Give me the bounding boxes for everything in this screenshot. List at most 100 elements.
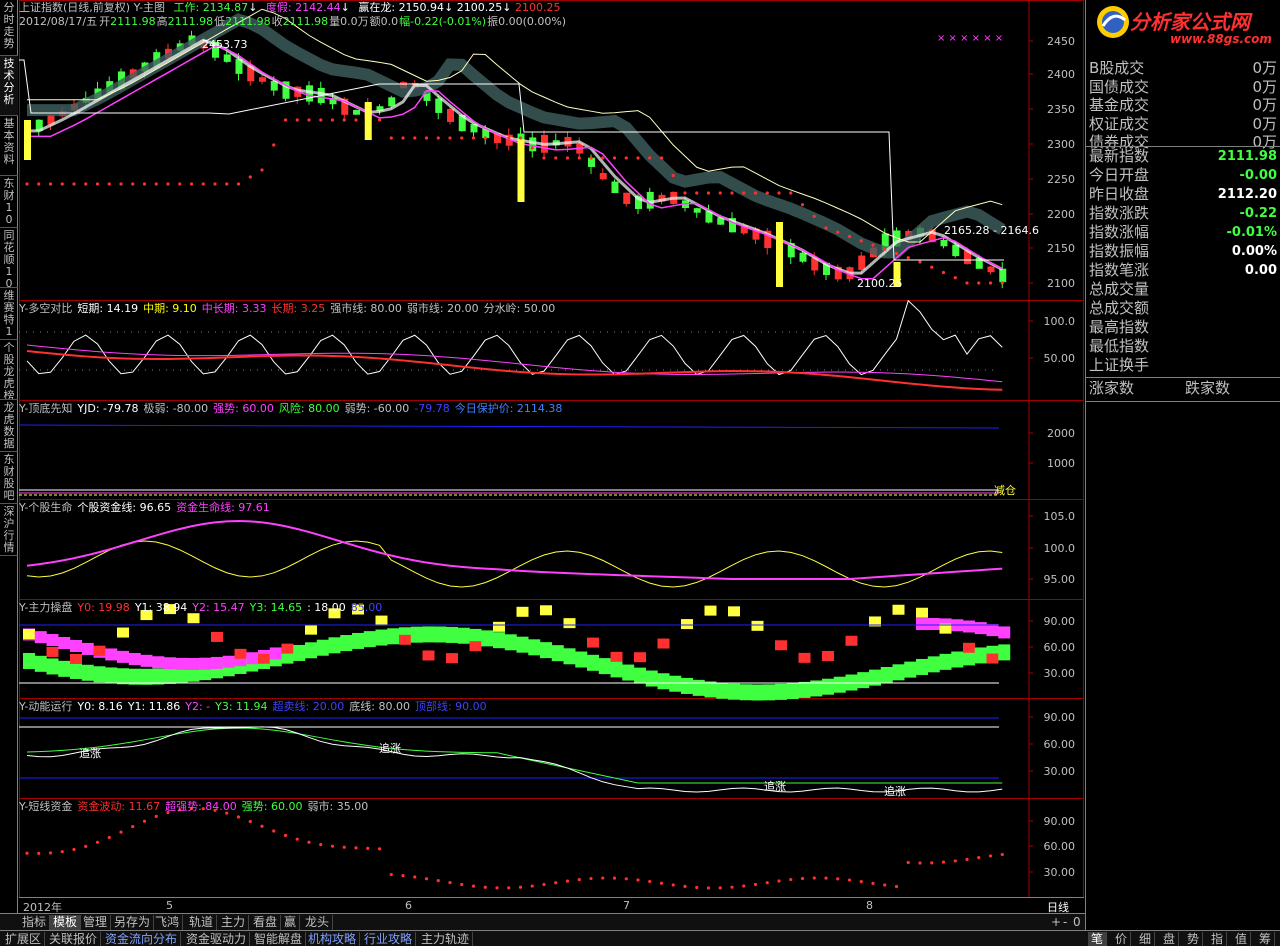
fund-dot xyxy=(659,881,664,885)
magenta-block xyxy=(105,648,118,661)
green-block xyxy=(446,626,458,643)
support-dot xyxy=(272,143,276,147)
fund-dot xyxy=(60,850,64,854)
green-block xyxy=(657,673,670,690)
support-dot xyxy=(988,281,993,285)
y-tick-label: 2250 xyxy=(1047,173,1075,186)
quote-tab-3[interactable]: 盘 xyxy=(1160,932,1180,946)
support-dot xyxy=(248,175,252,179)
midlong-line xyxy=(26,344,1003,383)
y-tick-label: 2450 xyxy=(1047,35,1075,48)
quote-tab-7[interactable]: 筹 xyxy=(1256,932,1276,946)
low-value: 2111.98 xyxy=(225,15,271,28)
low-label: 低 xyxy=(214,15,226,28)
chart-canvas[interactable]: 2450 2400 2350 2300 2250 2200 2150 2100 100.0 50.… xyxy=(19,0,1084,913)
quote-tab-6[interactable]: 值 xyxy=(1232,932,1252,946)
fund-dot xyxy=(812,876,816,880)
fund-dot xyxy=(836,877,840,881)
support-dot xyxy=(72,182,76,186)
quote-tab-5[interactable]: 指 xyxy=(1208,932,1228,946)
left-tab-7[interactable]: 龙 虎 数 据 xyxy=(0,400,18,452)
magenta-block xyxy=(140,654,153,667)
extension-tab-4[interactable]: 智能解盘 xyxy=(251,932,307,946)
indicator-tab-3[interactable]: 另存为 xyxy=(111,915,155,930)
left-tab-6[interactable]: 个 股 龙 虎 榜 xyxy=(0,340,18,400)
amount-label: 额0.0 xyxy=(369,15,399,28)
indicator-tab-7[interactable]: 看盘 xyxy=(250,915,282,930)
support-dot xyxy=(119,182,123,186)
indicator-tab-6[interactable]: 主力 xyxy=(218,915,250,930)
indicator-tab-9[interactable]: 龙头 xyxy=(302,915,334,930)
green-block xyxy=(551,645,564,662)
fund-line xyxy=(26,540,1003,588)
extension-tab-2[interactable]: 资金流向分布 xyxy=(102,932,182,946)
magenta-block xyxy=(46,634,59,647)
indicator-tab-0[interactable]: 指标 xyxy=(19,915,51,930)
fund-dot xyxy=(295,837,299,841)
zoom-out-button[interactable]: - xyxy=(1063,915,1067,929)
panel7-item: 弱市: 35.00 xyxy=(307,800,369,813)
chart-area[interactable]: 2450 2400 2350 2300 2250 2200 2150 2100 100.0 50.… xyxy=(19,0,1084,913)
left-tab-8[interactable]: 东 财 股 吧 xyxy=(0,452,18,504)
left-tab-2[interactable]: 基 本 资 料 xyxy=(0,116,18,176)
support-dot xyxy=(977,281,981,285)
candle-body xyxy=(987,266,995,273)
extension-tab-6[interactable]: 行业攻略 xyxy=(361,932,417,946)
left-tab-1[interactable]: 技 术 分 析 xyxy=(0,56,18,116)
quote-tab-4[interactable]: 势 xyxy=(1184,932,1204,946)
support-dot xyxy=(107,182,111,186)
left-tab-9[interactable]: 深 沪 行 情 xyxy=(0,504,18,556)
panel3-header: Y-顶底先知 YJD: -79.78 极弱: -80.00 强势: 60.00 风险: … xyxy=(19,402,1024,416)
magenta-block xyxy=(963,620,975,633)
extension-tab-1[interactable]: 关联报价 xyxy=(46,932,102,946)
quote-tab-2[interactable]: 细 xyxy=(1136,932,1156,946)
support-dot xyxy=(154,182,158,186)
panel5-item: 85.00 xyxy=(350,601,383,614)
signal-block xyxy=(70,653,82,664)
info-value: 0万 xyxy=(1252,77,1277,96)
indicator-tab-8[interactable]: 赢 xyxy=(281,915,301,930)
info-value: 2111.98 xyxy=(1217,149,1277,164)
y-tick-label: 30.00 xyxy=(1044,866,1076,879)
signal-bar xyxy=(517,140,525,202)
extension-tab-0[interactable]: 扩展区 xyxy=(2,932,46,946)
indicator-tab-5[interactable]: 轨道 xyxy=(186,915,218,930)
indicator-tab-2[interactable]: 管理 xyxy=(80,915,112,930)
reset-button[interactable]: 0 xyxy=(1073,915,1081,929)
indicator-tab-4[interactable]: 飞鸿 xyxy=(152,915,184,930)
green-block xyxy=(857,672,870,689)
indicator-tab-1[interactable]: 模板 xyxy=(50,915,82,930)
signal-block xyxy=(46,646,59,657)
left-tab-0[interactable]: 分 时 走 势 xyxy=(0,0,18,56)
support-dots xyxy=(25,118,1004,285)
extension-tab-3[interactable]: 资金驱动力 xyxy=(183,932,251,946)
candle-body xyxy=(259,77,266,82)
fund-dot xyxy=(401,874,405,878)
green-block xyxy=(34,655,47,672)
quote-tab-0[interactable]: 笔 xyxy=(1088,932,1108,946)
info-value: 0万 xyxy=(1252,96,1277,114)
panel5-title: Y-主力操盘 xyxy=(19,601,73,614)
zoom-in-button[interactable]: + xyxy=(1051,915,1061,929)
green-block xyxy=(128,668,141,685)
green-block xyxy=(728,683,740,700)
magenta-block xyxy=(246,652,259,665)
left-tab-4[interactable]: 同 花 顺 1 0 xyxy=(0,228,18,288)
extension-tab-7[interactable]: 主力轨迹 xyxy=(418,932,474,946)
info-value: 0万 xyxy=(1252,59,1277,77)
signal-block xyxy=(23,629,35,639)
left-tab-3[interactable]: 东 财 1 0 xyxy=(0,176,18,228)
quote-tab-1[interactable]: 价 xyxy=(1112,932,1132,946)
support-dot xyxy=(518,136,523,140)
extension-tab-5[interactable]: 机构攻略 xyxy=(305,932,361,946)
info-label: 指数涨跌 xyxy=(1089,204,1150,222)
win-value-3: 2100.25 xyxy=(515,1,561,14)
left-tab-5[interactable]: 维 赛 特 1 0 xyxy=(0,288,18,340)
green-block xyxy=(46,658,59,675)
fund-dot xyxy=(48,851,53,855)
y-tick-label: 2200 xyxy=(1047,208,1075,221)
fund-dot xyxy=(142,819,147,823)
signal-block xyxy=(258,653,270,664)
support-dot xyxy=(260,168,264,172)
y3-line xyxy=(26,727,1003,784)
